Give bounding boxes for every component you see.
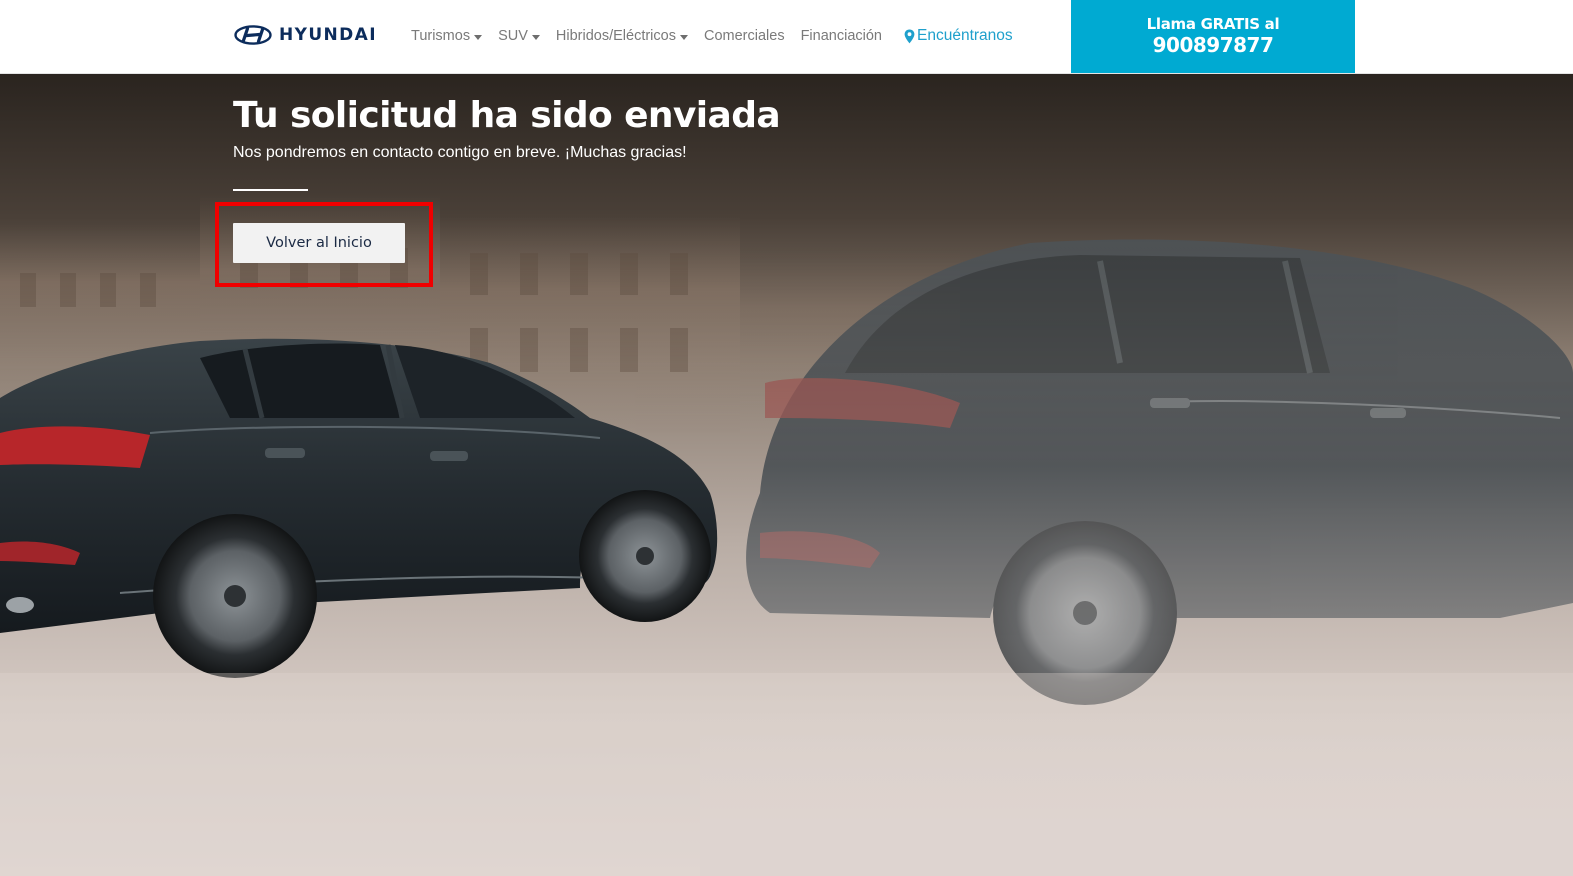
nav-item-label: SUV	[498, 28, 528, 44]
nav-item-hibridos-electricos[interactable]: Hibridos/Eléctricos	[556, 28, 688, 44]
page: HYUNDAI Turismos SUV Hibridos/Eléctricos…	[0, 0, 1573, 876]
nav-item-label: Turismos	[411, 28, 471, 44]
nav-item-financiacion[interactable]: Financiación	[801, 28, 882, 44]
nav-item-label: Encuéntranos	[917, 27, 1013, 44]
hyundai-logo[interactable]: HYUNDAI	[234, 24, 377, 46]
back-to-home-button[interactable]: Volver al Inicio	[233, 223, 405, 263]
hero-section: Tu solicitud ha sido enviada Nos pondrem…	[0, 73, 1573, 876]
main-nav: Turismos SUV Hibridos/Eléctricos Comerci…	[411, 27, 1029, 45]
chevron-down-icon	[474, 35, 483, 40]
nav-item-comerciales[interactable]: Comerciales	[704, 28, 785, 44]
hyundai-logo-icon	[234, 25, 272, 45]
call-label: Llama GRATIS al	[1146, 15, 1280, 33]
site-header: HYUNDAI Turismos SUV Hibridos/Eléctricos…	[0, 0, 1573, 74]
nav-item-encuentranos[interactable]: Encuéntranos	[904, 27, 1013, 45]
page-subtitle: Nos pondremos en contacto contigo en bre…	[233, 144, 687, 161]
call-phone-number: 900897877	[1152, 33, 1274, 57]
nav-item-turismos[interactable]: Turismos	[411, 28, 483, 44]
nav-item-suv[interactable]: SUV	[498, 28, 540, 44]
nav-item-label: Comerciales	[703, 28, 785, 44]
title-divider	[233, 189, 308, 191]
location-pin-icon	[904, 29, 915, 44]
chevron-down-icon	[679, 35, 688, 40]
hero-background-image	[0, 73, 1573, 876]
logo-text: HYUNDAI	[279, 25, 377, 45]
page-title: Tu solicitud ha sido enviada	[233, 95, 781, 136]
call-free-button[interactable]: Llama GRATIS al 900897877	[1071, 0, 1355, 73]
nav-item-label: Financiación	[800, 28, 882, 44]
chevron-down-icon	[531, 35, 540, 40]
nav-item-label: Hibridos/Eléctricos	[555, 28, 676, 44]
